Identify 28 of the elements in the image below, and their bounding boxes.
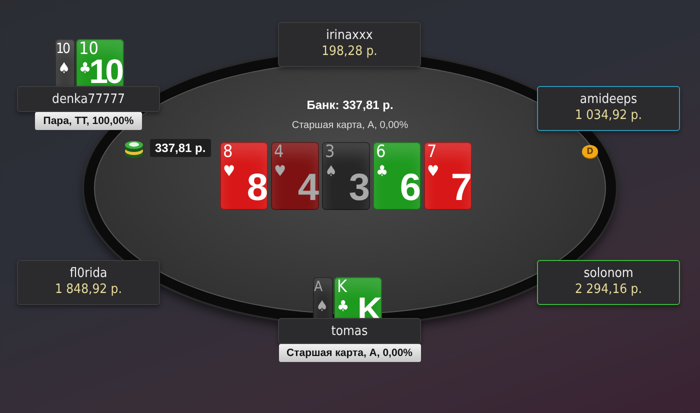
player-panel[interactable]: denka77777	[17, 86, 160, 112]
playing-card: 8 ♥ 8	[220, 142, 268, 210]
player-panel[interactable]: solonom 2 294,16 р.	[537, 260, 680, 305]
playing-card: 10 ♣10	[76, 39, 124, 89]
player-name: irinaxxx	[326, 28, 373, 43]
player-panel[interactable]: fl0rida 1 848,92 р.	[17, 260, 160, 305]
pot-amount: Банк: 337,81 р.	[306, 98, 394, 112]
playing-card: 10 ♠	[55, 39, 75, 89]
playing-card: 7 ♥ 7	[424, 142, 472, 210]
playing-card: 3 ♠ 3	[322, 142, 370, 210]
player-name: tomas	[331, 324, 368, 339]
playing-card: 4 ♥ 4	[271, 142, 319, 210]
player-stack: 2 294,16 р.	[575, 282, 642, 297]
player-name: fl0rida	[70, 266, 108, 281]
player-panel[interactable]: irinaxxx 198,28 р.	[278, 22, 421, 67]
player-name: amideeps	[580, 92, 638, 107]
player-name: solonom	[584, 266, 634, 281]
player-stack: 1 034,92 р.	[575, 108, 642, 123]
player-stack: 198,28 р.	[322, 44, 378, 59]
player-panel[interactable]: amideeps 1 034,92 р.	[537, 86, 680, 131]
playing-card: 6 ♣ 6	[373, 142, 421, 210]
player-name: denka77777	[52, 92, 125, 107]
hand-label: Пара, TT, 100,00%	[35, 112, 142, 130]
player-panel[interactable]: tomas	[278, 318, 421, 344]
hand-description: Старшая карта, A, 0,00%	[292, 120, 408, 131]
player-stack: 1 848,92 р.	[55, 282, 122, 297]
bet-amount: 337,81 р.	[150, 139, 211, 157]
hand-label: Старшая карта, A, 0,00%	[278, 344, 420, 362]
